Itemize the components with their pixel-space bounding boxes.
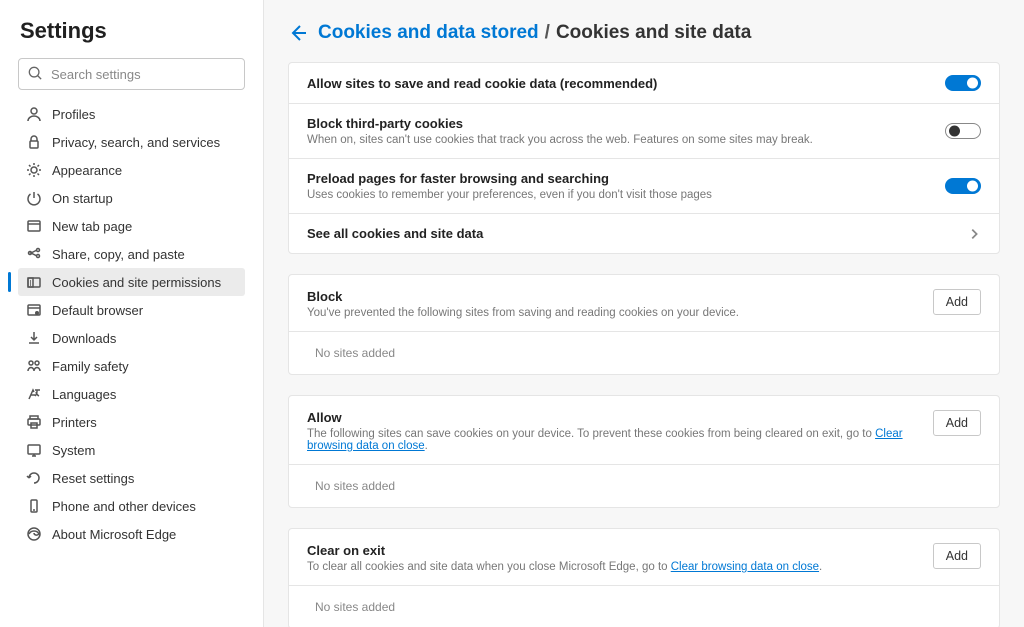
newtab-icon — [26, 218, 42, 234]
sidebar-item-system[interactable]: System — [18, 436, 245, 464]
sidebar-item-label: Reset settings — [52, 471, 134, 486]
add-button-block[interactable]: Add — [933, 289, 981, 315]
setting-title: Allow sites to save and read cookie data… — [307, 76, 945, 91]
sidebar-item-appearance[interactable]: Appearance — [18, 156, 245, 184]
add-button-clear[interactable]: Add — [933, 543, 981, 569]
startup-icon — [26, 190, 42, 206]
sidebar-item-label: New tab page — [52, 219, 132, 234]
section-desc: The following sites can save cookies on … — [307, 428, 933, 452]
sidebar: Settings Profiles Privacy, search, and se… — [0, 0, 264, 627]
nav-list: Profiles Privacy, search, and services App… — [18, 100, 263, 548]
section-title: Block — [307, 289, 933, 304]
add-button-allow[interactable]: Add — [933, 410, 981, 436]
sidebar-item-privacy[interactable]: Privacy, search, and services — [18, 128, 245, 156]
search-icon — [28, 66, 42, 80]
sidebar-item-share[interactable]: Share, copy, and paste — [18, 240, 245, 268]
breadcrumb: Cookies and data stored / Cookies and si… — [288, 22, 1000, 44]
setting-desc: When on, sites can't use cookies that tr… — [307, 134, 945, 146]
toggle-preload[interactable] — [945, 178, 981, 194]
sidebar-item-default[interactable]: Default browser — [18, 296, 245, 324]
setting-desc: Uses cookies to remember your preference… — [307, 189, 945, 201]
sidebar-item-label: Profiles — [52, 107, 95, 122]
printers-icon — [26, 414, 42, 430]
share-icon — [26, 246, 42, 262]
setting-row-preload: Preload pages for faster browsing and se… — [289, 159, 999, 214]
section-title: Allow — [307, 410, 933, 425]
sidebar-item-label: Downloads — [52, 331, 116, 346]
sidebar-item-profiles[interactable]: Profiles — [18, 100, 245, 128]
sidebar-item-about[interactable]: About Microsoft Edge — [18, 520, 245, 548]
section-block: Block You've prevented the following sit… — [288, 274, 1000, 375]
sidebar-item-downloads[interactable]: Downloads — [18, 324, 245, 352]
setting-title: Block third-party cookies — [307, 116, 945, 131]
sidebar-item-label: Share, copy, and paste — [52, 247, 185, 262]
breadcrumb-separator: / — [545, 22, 550, 44]
sidebar-item-label: Appearance — [52, 163, 122, 178]
setting-title: Preload pages for faster browsing and se… — [307, 171, 945, 186]
downloads-icon — [26, 330, 42, 346]
toggle-allow-save[interactable] — [945, 75, 981, 91]
default-icon — [26, 302, 42, 318]
section-clear: Clear on exit To clear all cookies and s… — [288, 528, 1000, 627]
page-title: Settings — [18, 18, 263, 44]
sidebar-item-startup[interactable]: On startup — [18, 184, 245, 212]
privacy-icon — [26, 134, 42, 150]
sidebar-item-label: Languages — [52, 387, 116, 402]
sidebar-item-label: Printers — [52, 415, 97, 430]
sidebar-item-label: Phone and other devices — [52, 499, 196, 514]
section-title: Clear on exit — [307, 543, 933, 558]
sidebar-item-label: Privacy, search, and services — [52, 135, 220, 150]
empty-text: No sites added — [289, 586, 999, 627]
appearance-icon — [26, 162, 42, 178]
sidebar-item-cookies[interactable]: Cookies and site permissions — [18, 268, 245, 296]
sidebar-item-label: Family safety — [52, 359, 129, 374]
sidebar-item-languages[interactable]: Languages — [18, 380, 245, 408]
breadcrumb-current: Cookies and site data — [556, 22, 751, 44]
section-desc: To clear all cookies and site data when … — [307, 561, 933, 573]
toggle-block-third[interactable] — [945, 123, 981, 139]
breadcrumb-parent-link[interactable]: Cookies and data stored — [318, 22, 539, 44]
main-content: Cookies and data stored / Cookies and si… — [264, 0, 1024, 627]
setting-row-allow-save: Allow sites to save and read cookie data… — [289, 63, 999, 104]
family-icon — [26, 358, 42, 374]
search-input[interactable] — [18, 58, 245, 90]
search-wrap — [18, 58, 263, 90]
sidebar-item-label: System — [52, 443, 95, 458]
setting-row-see-all[interactable]: See all cookies and site data — [289, 214, 999, 253]
chevron-right-icon — [967, 227, 981, 241]
reset-icon — [26, 470, 42, 486]
cookies-icon — [26, 274, 42, 290]
empty-text: No sites added — [289, 332, 999, 374]
link-clear[interactable]: Clear browsing data on close — [671, 561, 819, 573]
sidebar-item-family[interactable]: Family safety — [18, 352, 245, 380]
section-desc: You've prevented the following sites fro… — [307, 307, 933, 319]
profiles-icon — [26, 106, 42, 122]
sidebar-item-label: On startup — [52, 191, 113, 206]
sidebar-item-label: Default browser — [52, 303, 143, 318]
languages-icon — [26, 386, 42, 402]
sidebar-item-label: About Microsoft Edge — [52, 527, 176, 542]
back-arrow-icon[interactable] — [288, 23, 308, 43]
sidebar-item-phone[interactable]: Phone and other devices — [18, 492, 245, 520]
sidebar-item-printers[interactable]: Printers — [18, 408, 245, 436]
sidebar-item-label: Cookies and site permissions — [52, 275, 221, 290]
empty-text: No sites added — [289, 465, 999, 507]
about-icon — [26, 526, 42, 542]
sidebar-item-reset[interactable]: Reset settings — [18, 464, 245, 492]
section-allow: Allow The following sites can save cooki… — [288, 395, 1000, 508]
phone-icon — [26, 498, 42, 514]
settings-card: Allow sites to save and read cookie data… — [288, 62, 1000, 254]
setting-title: See all cookies and site data — [307, 226, 967, 241]
system-icon — [26, 442, 42, 458]
sidebar-item-newtab[interactable]: New tab page — [18, 212, 245, 240]
setting-row-block-third: Block third-party cookies When on, sites … — [289, 104, 999, 159]
